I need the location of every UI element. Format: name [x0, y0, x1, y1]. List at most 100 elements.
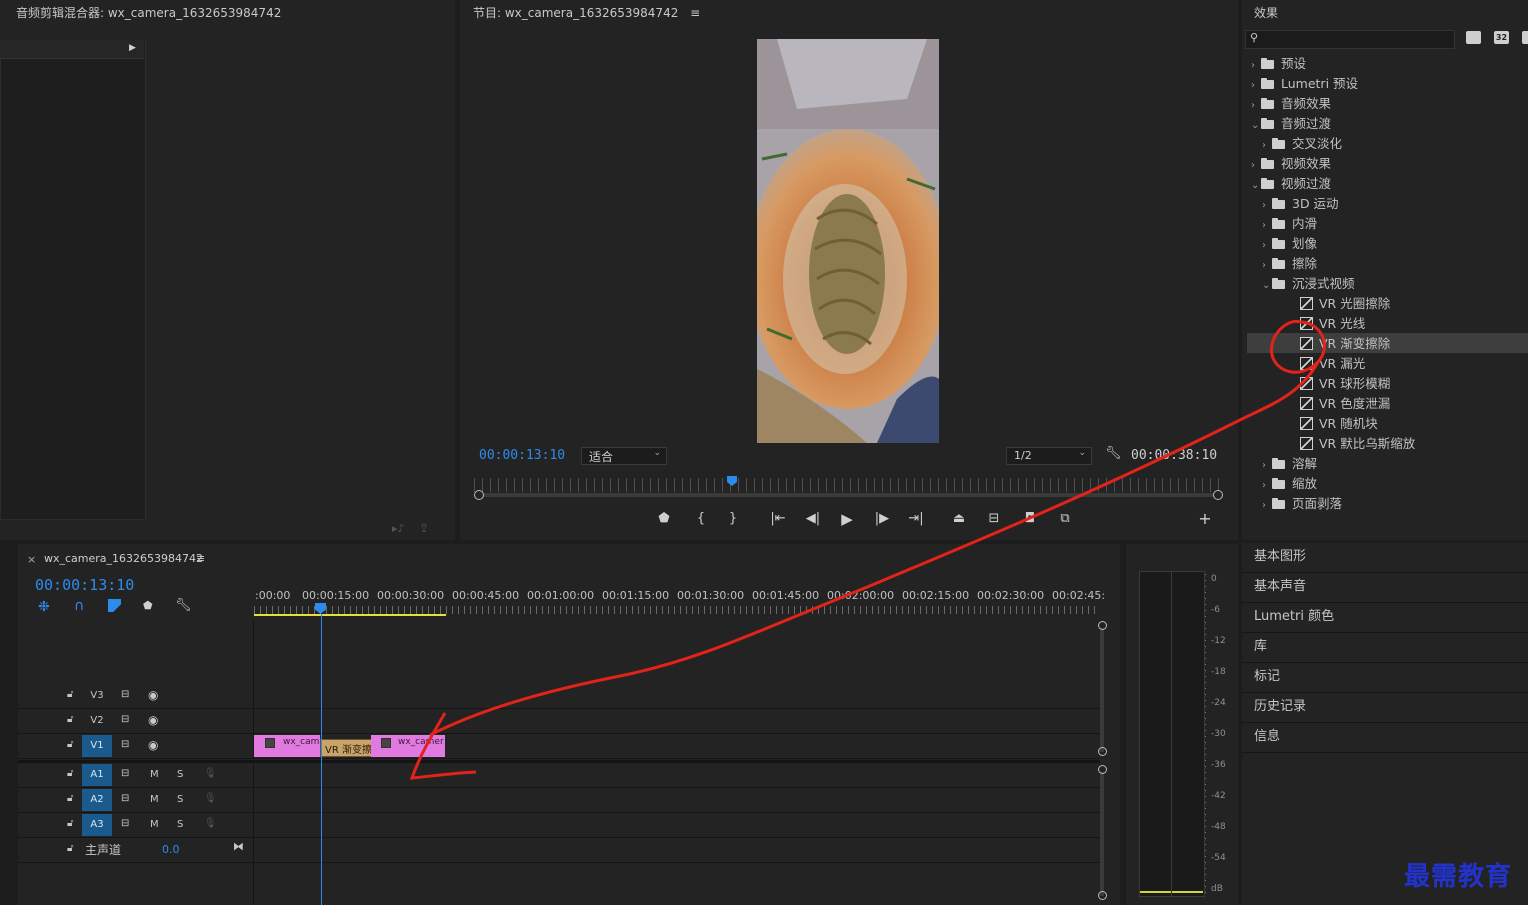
- side-panel-tab[interactable]: 标记: [1254, 663, 1280, 691]
- master-volume-value[interactable]: 0.0: [162, 843, 180, 856]
- sync-lock-icon[interactable]: ⊟: [121, 714, 129, 725]
- chevron-down-icon[interactable]: ⌄: [1262, 276, 1272, 295]
- linked-selection-icon[interactable]: [108, 599, 121, 612]
- video-scroll-track[interactable]: [1100, 628, 1104, 752]
- 32bit-effects-icon[interactable]: 32: [1494, 31, 1509, 44]
- extract-icon[interactable]: ⊟: [985, 510, 1003, 528]
- sync-lock-icon[interactable]: ⊟: [121, 739, 129, 750]
- chevron-right-icon[interactable]: ›: [1251, 96, 1261, 115]
- go-to-out-icon[interactable]: ⇥|: [907, 510, 925, 528]
- effects-title[interactable]: 效果: [1254, 4, 1278, 21]
- export-icon[interactable]: ⇪: [419, 521, 429, 535]
- sequence-tab[interactable]: wx_camera_1632653984742: [44, 552, 203, 565]
- yuv-effects-icon[interactable]: [1522, 31, 1528, 44]
- eye-icon[interactable]: ◉: [148, 738, 158, 752]
- effects-tree-item[interactable]: › 3D 运动: [1262, 194, 1339, 213]
- track-label-a3[interactable]: A3: [82, 814, 112, 836]
- compare-view-icon[interactable]: ⧉: [1056, 510, 1074, 528]
- video-clip-left[interactable]: wx_cam: [254, 735, 320, 757]
- chevron-right-icon[interactable]: ›: [1262, 196, 1272, 215]
- chevron-right-icon[interactable]: ›: [1262, 236, 1272, 255]
- monitor-time-ruler[interactable]: [474, 478, 1219, 492]
- chevron-right-icon[interactable]: ›: [1262, 496, 1272, 515]
- lock-icon[interactable]: 🔓︎: [67, 739, 73, 750]
- track-label-v3[interactable]: V3: [82, 685, 112, 707]
- effects-tree-item[interactable]: VR 随机块: [1273, 414, 1378, 433]
- sequence-menu-icon[interactable]: ≡: [196, 552, 205, 565]
- settings-wrench-icon[interactable]: 🔧︎: [1105, 446, 1122, 461]
- sync-lock-icon[interactable]: ⊟: [121, 793, 129, 804]
- lock-icon[interactable]: 🔓︎: [67, 818, 73, 829]
- audio-scroll-track[interactable]: [1100, 772, 1104, 896]
- scroll-handle-top[interactable]: [1098, 621, 1107, 630]
- mute-button[interactable]: M: [150, 794, 159, 805]
- effects-tree-item[interactable]: › 缩放: [1262, 474, 1317, 493]
- program-monitor-title[interactable]: 节目: wx_camera_1632653984742 ≡: [473, 4, 700, 21]
- export-frame-camera-icon[interactable]: ◘: [1021, 510, 1039, 528]
- side-panel-tab[interactable]: 历史记录: [1254, 693, 1306, 721]
- lock-icon[interactable]: 🔓︎: [67, 768, 73, 779]
- side-panel-tab[interactable]: 基本图形: [1254, 543, 1306, 571]
- chevron-right-icon[interactable]: ›: [1262, 476, 1272, 495]
- mute-button[interactable]: M: [150, 819, 159, 830]
- lock-icon[interactable]: 🔓︎: [67, 689, 73, 700]
- go-to-in-icon[interactable]: |⇤: [769, 510, 787, 528]
- effects-search-input[interactable]: ⚲: [1245, 30, 1455, 49]
- play-icon[interactable]: ▶: [838, 510, 856, 528]
- snap-nest-icon[interactable]: ❉: [38, 599, 50, 615]
- step-forward-icon[interactable]: |▶: [873, 510, 891, 528]
- go-to-in-out-icon[interactable]: ⧓: [233, 840, 244, 853]
- mute-button[interactable]: M: [150, 769, 159, 780]
- chevron-right-icon[interactable]: ›: [1251, 76, 1261, 95]
- chevron-right-icon[interactable]: ›: [1251, 56, 1261, 75]
- scroll-handle-left[interactable]: [474, 490, 484, 500]
- effects-tree-item[interactable]: ⌄ 视频过渡: [1251, 174, 1331, 193]
- lock-icon[interactable]: 🔓︎: [67, 793, 73, 804]
- microphone-icon[interactable]: 🎙︎: [204, 793, 217, 804]
- lift-icon[interactable]: ⏏: [950, 510, 968, 528]
- timeline-close-icon[interactable]: ×: [27, 553, 36, 566]
- step-back-icon[interactable]: ◀|: [804, 510, 822, 528]
- effects-tree-item[interactable]: › 擦除: [1262, 254, 1317, 273]
- sync-lock-icon[interactable]: ⊟: [121, 818, 129, 829]
- audio-meter-icon[interactable]: ▸♪: [392, 522, 405, 535]
- effects-tree-item[interactable]: › 交叉淡化: [1262, 134, 1342, 153]
- side-panel-tab[interactable]: Lumetri 颜色: [1254, 603, 1334, 631]
- chevron-right-icon[interactable]: ›: [1262, 456, 1272, 475]
- effects-tree-item[interactable]: VR 渐变擦除: [1273, 334, 1390, 353]
- effects-tree-item[interactable]: › 视频效果: [1251, 154, 1331, 173]
- add-button-icon[interactable]: +: [1196, 510, 1214, 528]
- timeline-current-time[interactable]: 00:00:13:10: [35, 576, 134, 594]
- eye-icon[interactable]: ◉: [148, 713, 158, 727]
- mark-in-icon[interactable]: {: [692, 510, 710, 528]
- snap-magnet-icon[interactable]: ∩: [74, 598, 84, 614]
- transition-vr-gradient-wipe[interactable]: VR 渐变擦: [320, 739, 373, 757]
- effects-tree-item[interactable]: › 预设: [1251, 54, 1306, 73]
- add-marker-icon[interactable]: ⬟: [143, 599, 153, 612]
- side-panel-tab[interactable]: 信息: [1254, 723, 1280, 751]
- chevron-right-icon[interactable]: ›: [1262, 256, 1272, 275]
- solo-button[interactable]: S: [177, 819, 183, 830]
- chevron-down-icon[interactable]: ⌄: [1251, 176, 1261, 195]
- effects-tree-item[interactable]: › 划像: [1262, 234, 1317, 253]
- effects-tree-item[interactable]: › Lumetri 预设: [1251, 74, 1358, 93]
- chevron-right-icon[interactable]: ›: [1251, 156, 1261, 175]
- effects-tree-item[interactable]: › 音频效果: [1251, 94, 1331, 113]
- mark-out-icon[interactable]: }: [724, 510, 742, 528]
- sync-lock-icon[interactable]: ⊟: [121, 689, 129, 700]
- track-label-v2[interactable]: V2: [82, 710, 112, 732]
- timeline-settings-wrench-icon[interactable]: 🔧︎: [175, 598, 192, 613]
- monitor-scrollbar[interactable]: [479, 493, 1218, 497]
- effects-tree-item[interactable]: ⌄ 沉浸式视频: [1262, 274, 1355, 293]
- scroll-handle-right[interactable]: [1213, 490, 1223, 500]
- time-ruler[interactable]: [254, 606, 1099, 614]
- effects-tree-item[interactable]: VR 色度泄漏: [1273, 394, 1390, 413]
- effects-tree-item[interactable]: VR 球形模糊: [1273, 374, 1390, 393]
- resolution-select[interactable]: 1/2 ⌄: [1006, 447, 1092, 465]
- sync-lock-icon[interactable]: ⊟: [121, 768, 129, 779]
- lock-icon[interactable]: 🔓︎: [67, 843, 73, 854]
- effects-tree-item[interactable]: ⌄ 音频过渡: [1251, 114, 1331, 133]
- zoom-fit-select[interactable]: 适合 ⌄: [581, 447, 667, 465]
- track-label-a1[interactable]: A1: [82, 764, 112, 786]
- chevron-right-icon[interactable]: ›: [1262, 216, 1272, 235]
